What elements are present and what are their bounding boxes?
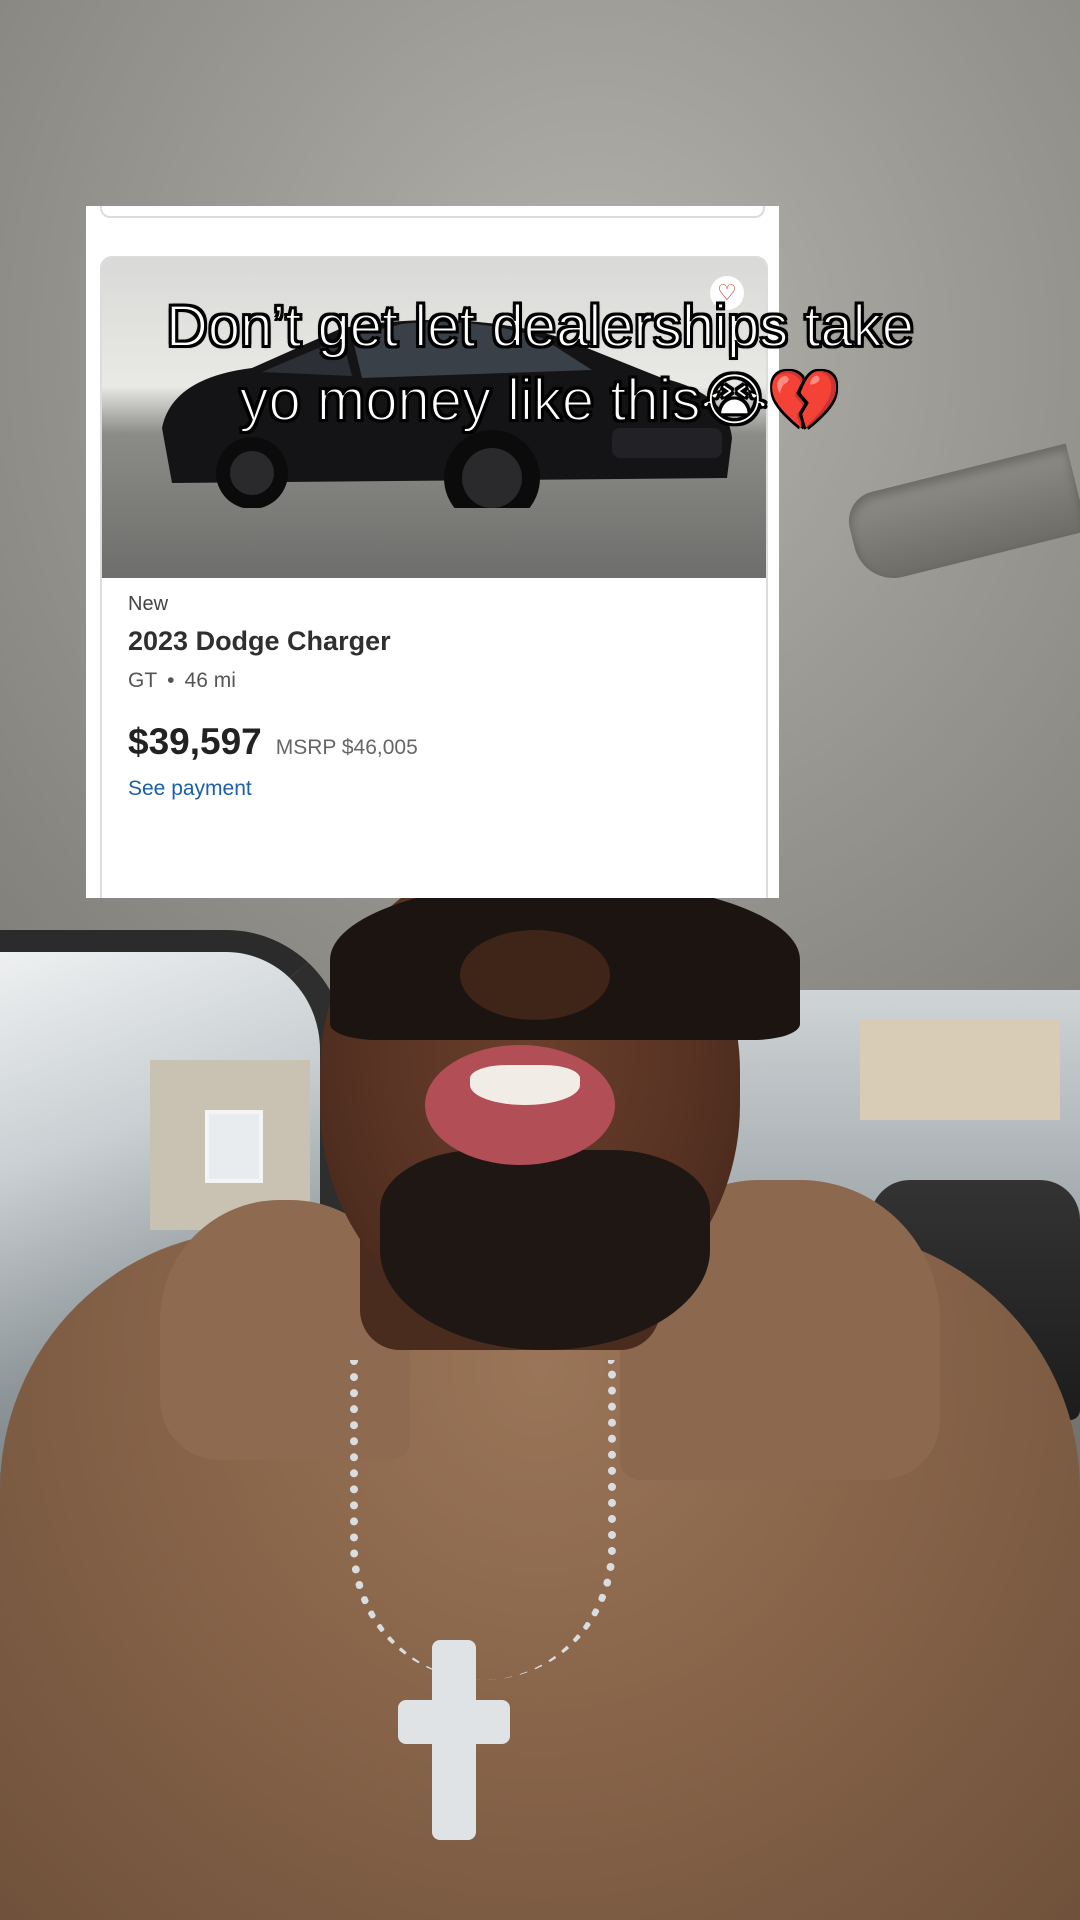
price-row: $39,597 MSRP $46,005	[128, 721, 748, 763]
mouth	[425, 1045, 615, 1165]
condition-label: New	[128, 593, 169, 615]
mileage-label: 46 mi	[184, 669, 236, 692]
price: $39,597	[128, 721, 262, 762]
necklace-chain	[350, 1360, 616, 1680]
meta-separator: •	[167, 669, 175, 692]
teeth	[470, 1065, 580, 1105]
caption-line-2: yo money like this😭💔	[239, 367, 842, 434]
nose	[460, 930, 610, 1020]
video-caption: Don’t get let dealerships take yo money …	[40, 290, 1040, 438]
video-frame: ♡ New 2023 Dodge Charger GT • 46 mi $39,59…	[0, 0, 1080, 1920]
msrp: MSRP $46,005	[275, 736, 418, 759]
see-payment-link[interactable]: See payment	[128, 777, 252, 800]
listing-title[interactable]: 2023 Dodge Charger	[128, 626, 748, 657]
listing-info: New 2023 Dodge Charger GT • 46 mi $39,597 …	[128, 593, 748, 801]
beard	[380, 1150, 710, 1350]
caption-line-1: Don’t get let dealerships take	[165, 293, 915, 360]
previous-card-edge	[100, 206, 765, 218]
listing-meta: GT • 46 mi	[128, 669, 748, 693]
trim-label: GT	[128, 669, 158, 692]
cross-pendant-bar	[398, 1700, 510, 1744]
house-right	[860, 1020, 1060, 1120]
